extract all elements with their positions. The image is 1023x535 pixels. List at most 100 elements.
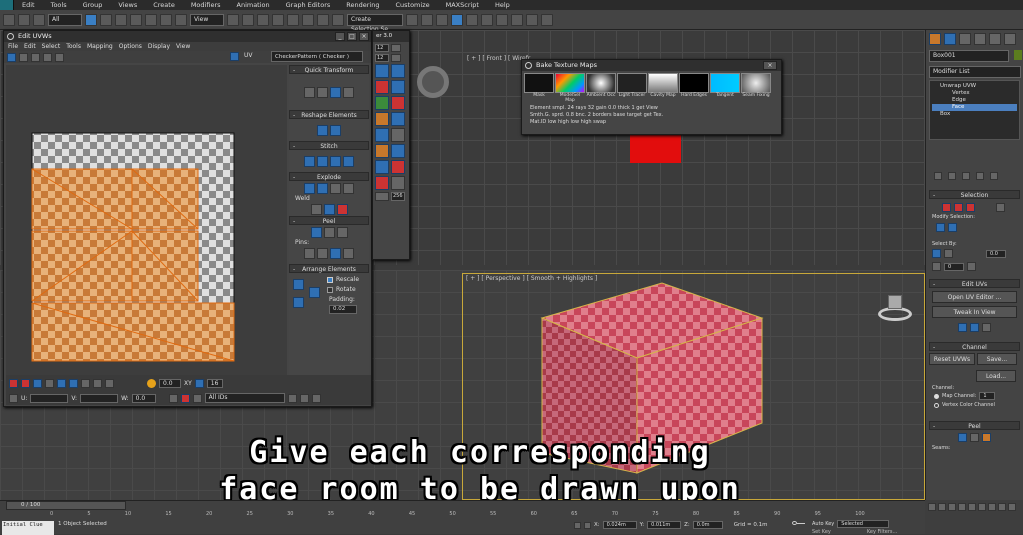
- zoom-view-icon[interactable]: [978, 503, 986, 511]
- absolute-relative-icon[interactable]: [584, 521, 591, 529]
- explode-icon[interactable]: [343, 182, 354, 194]
- detach-icon[interactable]: [317, 182, 328, 194]
- show-end-result-icon[interactable]: [948, 172, 956, 180]
- render-production-icon[interactable]: [541, 13, 553, 26]
- bake-seam-fixing[interactable]: Seam Fixing: [741, 73, 771, 103]
- uvw-menu-tools[interactable]: Tools: [66, 42, 81, 51]
- float-blue-icon-1[interactable]: [391, 80, 405, 94]
- remove-modifier-icon[interactable]: [976, 172, 984, 180]
- bake-close-button[interactable]: ×: [763, 61, 777, 70]
- uvw-menu-view[interactable]: View: [176, 42, 190, 51]
- menu-group[interactable]: Group: [75, 0, 111, 10]
- stitch-header[interactable]: Stitch: [289, 141, 369, 151]
- vertex-mode-icon[interactable]: [942, 203, 951, 212]
- modify-tab-icon[interactable]: [944, 33, 956, 45]
- w-input[interactable]: 0.0: [131, 393, 156, 403]
- object-name-field[interactable]: Box001: [929, 50, 1009, 62]
- face-mode-icon[interactable]: [966, 203, 975, 212]
- break-icon[interactable]: [304, 182, 315, 194]
- explode-header[interactable]: Explode: [289, 172, 369, 182]
- snaps-toggle-icon[interactable]: [272, 13, 284, 26]
- select-manipulate-icon[interactable]: [242, 13, 254, 26]
- ref-coord-dropdown[interactable]: View: [190, 13, 224, 26]
- select-vertex-icon[interactable]: [9, 378, 18, 388]
- stack-vertex[interactable]: Vertex: [932, 90, 1017, 97]
- select-face-icon[interactable]: [33, 378, 42, 388]
- grow-selection-icon[interactable]: [57, 378, 66, 388]
- bake-tangent[interactable]: Tangent: [710, 73, 740, 103]
- pivot-icon[interactable]: [227, 13, 239, 26]
- v-input[interactable]: [80, 393, 119, 403]
- weld-target-icon[interactable]: [310, 203, 322, 215]
- render-setup-icon[interactable]: [511, 13, 523, 26]
- hierarchy-tab-icon[interactable]: [959, 33, 971, 45]
- selection-lock-icon[interactable]: [574, 521, 581, 529]
- peel-mode-icon[interactable]: [958, 433, 967, 442]
- mirror-icon[interactable]: [406, 13, 418, 26]
- uvw-freeform-icon[interactable]: [43, 52, 52, 62]
- align-view-icon[interactable]: [982, 323, 991, 332]
- autokey-button[interactable]: Auto Key: [812, 521, 834, 527]
- checker-pattern-dropdown[interactable]: CheckerPattern ( Checker ): [271, 51, 363, 62]
- float-blue-icon-5[interactable]: [375, 160, 389, 174]
- zoom-icon[interactable]: [299, 393, 309, 403]
- quick-map-icon[interactable]: [970, 323, 979, 332]
- rescale-checkbox[interactable]: [327, 277, 333, 283]
- move-icon[interactable]: [145, 13, 157, 26]
- object-color-swatch[interactable]: [1014, 50, 1023, 60]
- configure-sets-icon[interactable]: [990, 172, 998, 180]
- make-unique-icon[interactable]: [962, 172, 970, 180]
- maxscript-listener[interactable]: Initial Clue: [2, 521, 54, 535]
- map-channel-radio[interactable]: [934, 393, 939, 399]
- x-coordinate-input[interactable]: 0.024m: [602, 521, 637, 529]
- minimize-button[interactable]: _: [335, 32, 345, 41]
- stitch-average-icon[interactable]: [330, 155, 341, 167]
- rotate-90-icon[interactable]: [330, 86, 341, 98]
- uvw-mirror-icon[interactable]: [55, 52, 64, 62]
- angle-input[interactable]: 0.0: [986, 249, 1006, 258]
- viewcube-front-icon[interactable]: [417, 66, 449, 98]
- stack-box[interactable]: Box: [932, 111, 1017, 118]
- utilities-tab-icon[interactable]: [1004, 33, 1016, 45]
- auto-pin-icon[interactable]: [330, 247, 341, 259]
- render-frame-icon[interactable]: [526, 13, 538, 26]
- float-value-1[interactable]: 12: [375, 44, 389, 52]
- timeline-ticks[interactable]: 0 5 10 15 20 25 30 35 40 45 50 55 60 65 70 75 80 85 90 95 10…: [0, 511, 925, 521]
- float-orange-icon-1[interactable]: [375, 112, 389, 126]
- float-red-icon-2[interactable]: [391, 96, 405, 110]
- bind-icon[interactable]: [33, 13, 45, 26]
- peel-header[interactable]: Peel: [289, 216, 369, 226]
- channel-rollout-header[interactable]: Channel: [929, 342, 1020, 352]
- peel-reset-icon-2[interactable]: [970, 433, 979, 442]
- y-coordinate-input[interactable]: 0.011m: [647, 521, 682, 529]
- float-uv-icon[interactable]: [391, 64, 405, 78]
- curve-editor-icon[interactable]: [466, 13, 478, 26]
- bake-texture-titlebar[interactable]: Bake Texture Maps ×: [522, 60, 781, 71]
- shrink-icon[interactable]: [948, 223, 957, 232]
- quick-planar-icon[interactable]: [958, 323, 967, 332]
- goto-start-icon[interactable]: [928, 503, 936, 511]
- select-pins-icon[interactable]: [343, 247, 354, 259]
- grow-icon[interactable]: [936, 223, 945, 232]
- padding-input[interactable]: 0.02: [329, 305, 357, 314]
- hide-icon[interactable]: [180, 393, 190, 403]
- window-crossing-icon[interactable]: [130, 13, 142, 26]
- freeze-icon[interactable]: [192, 393, 202, 403]
- pin-icon[interactable]: [304, 247, 315, 259]
- align-v-icon[interactable]: [317, 86, 328, 98]
- uv-canvas[interactable]: [6, 65, 287, 375]
- edge-mode-icon[interactable]: [954, 203, 963, 212]
- pin-stack-icon[interactable]: [934, 172, 942, 180]
- menu-animation[interactable]: Animation: [229, 0, 278, 10]
- pan-view-icon[interactable]: [988, 503, 996, 511]
- weld-threshold-icon[interactable]: [336, 203, 348, 215]
- uvw-show-map-icon[interactable]: [230, 52, 239, 61]
- pan-icon[interactable]: [287, 393, 297, 403]
- float-grey-icon-1[interactable]: [391, 128, 405, 142]
- stack-unwrap-uvw[interactable]: Unwrap UVW: [932, 83, 1017, 90]
- modifier-list-dropdown[interactable]: Modifier List: [929, 66, 1021, 78]
- float-green-icon[interactable]: [375, 96, 389, 110]
- goto-end-icon[interactable]: [968, 503, 976, 511]
- float-grey-icon-2[interactable]: [391, 176, 405, 190]
- straighten-icon[interactable]: [317, 124, 328, 136]
